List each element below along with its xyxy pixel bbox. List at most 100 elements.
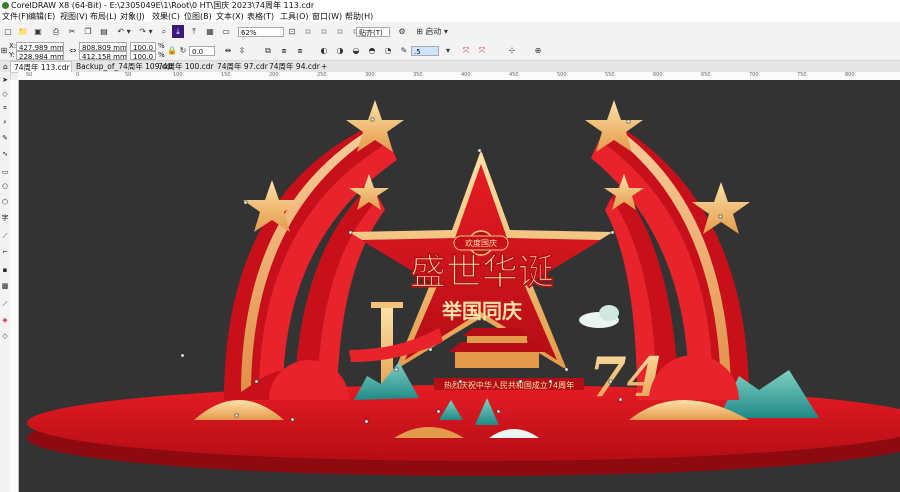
undo-icon[interactable]: ↶ ▾ (116, 25, 132, 38)
parallel-dim-icon[interactable]: ⟋ (1, 232, 9, 240)
zoom-level-select[interactable]: 62% (238, 27, 284, 37)
transparency-icon[interactable]: ▩ (1, 282, 9, 290)
ungroup-icon[interactable]: ⧉ (334, 25, 346, 38)
group-icon[interactable]: ⧉ (318, 25, 330, 38)
text-icon[interactable]: 字 (1, 214, 9, 222)
copy-icon[interactable]: ❐ (82, 25, 94, 38)
menu-help[interactable]: 帮助(H) (345, 11, 373, 22)
ungroup-objects-icon[interactable]: ⧈ (278, 44, 290, 57)
mirror-vertical-icon[interactable]: ⇳ (236, 44, 248, 57)
ruler-tick: 350 (413, 72, 423, 78)
edit-points-icon[interactable]: ⊹ (506, 44, 518, 57)
quick-trace-icon[interactable]: ⤧ (476, 44, 488, 57)
ruler-tick: 500 (557, 72, 567, 78)
ruler-tick: 450 (509, 72, 519, 78)
main-title: 盛世华诞 (410, 251, 554, 293)
tab-backup-109[interactable]: Backup_of_74周年 109.cdr (73, 61, 174, 72)
fill-icon[interactable]: ◈ (1, 316, 9, 324)
save-icon[interactable]: ▣ (32, 25, 44, 38)
menu-tools[interactable]: 工具(O) (280, 11, 309, 22)
group-objects-icon[interactable]: ⧉ (262, 44, 274, 57)
eyedropper-icon[interactable]: ⟋ (1, 300, 9, 308)
add-icon[interactable]: ⊕ (532, 44, 544, 57)
vertical-ruler[interactable] (10, 80, 19, 492)
mirror-horizontal-icon[interactable]: ⇹ (222, 44, 234, 57)
menu-bitmap[interactable]: 位图(B) (184, 11, 212, 22)
cut-icon[interactable]: ✂ (66, 25, 78, 38)
open-folder-icon[interactable]: 📁 (17, 25, 29, 38)
drawing-canvas[interactable]: 欢度国庆 盛世华诞 举国同庆 74 热烈庆祝中华人民共和国成立74周年 (19, 80, 900, 492)
freehand-icon[interactable]: ✎ (1, 134, 9, 142)
ungroup-all-icon[interactable]: ⧈ (294, 44, 306, 57)
scale-x-input[interactable]: 100.0 (130, 42, 156, 51)
ruler-tick: 50 (26, 72, 33, 78)
connector-icon[interactable]: ⌐ (1, 248, 9, 256)
x-position-input[interactable]: 427.989 mm (16, 42, 64, 51)
export-icon[interactable]: ⤒ (188, 25, 200, 38)
tab-74-94[interactable]: 74周年 94.cdr (266, 61, 320, 72)
options-gear-icon[interactable]: ⚙ (396, 25, 408, 38)
align-icon[interactable]: ⧉ (302, 25, 314, 38)
launch-dropdown[interactable]: ⊞ 启动 ▾ (412, 25, 452, 38)
node-icon[interactable]: ◇ (1, 90, 9, 98)
title-bar: CorelDRAW X8 (64-Bit) - E:\2305049E\1\Ro… (0, 0, 900, 11)
publish-pdf-icon[interactable]: ▦ (204, 25, 216, 38)
import-icon[interactable]: ⤓ (172, 25, 184, 38)
paste-icon[interactable]: ▤ (98, 25, 110, 38)
ruler-tick: 400 (461, 72, 471, 78)
curve-icon[interactable]: ∿ (1, 150, 9, 158)
outline-icon[interactable]: ◇ (1, 332, 9, 340)
badge-text: 欢度国庆 (465, 238, 497, 248)
new-tab-plus-icon[interactable]: + (318, 61, 330, 72)
menu-view[interactable]: 视图(V) (60, 11, 88, 22)
menu-text[interactable]: 文本(X) (216, 11, 244, 22)
tab-74-100[interactable]: 74周年 100.cdr (155, 61, 214, 72)
ruler-tick: 650 (701, 72, 711, 78)
snap-to-dropdown[interactable]: 贴齐(T) (356, 27, 390, 37)
polygon-icon[interactable]: ⬡ (1, 198, 9, 206)
search-content-icon[interactable]: ⌕ (158, 25, 170, 38)
redo-icon[interactable]: ↷ ▾ (138, 25, 154, 38)
y-position-input[interactable]: 228.984 mm (16, 51, 64, 60)
artwork[interactable]: 欢度国庆 盛世华诞 举国同庆 74 热烈庆祝中华人民共和国成立74周年 (19, 80, 900, 492)
menu-edit[interactable]: 编辑(E) (28, 11, 55, 22)
intersect-icon[interactable]: ◒ (350, 44, 362, 57)
shadow-icon[interactable]: ▪ (1, 266, 9, 274)
zoom-fit-icon[interactable]: ⊡ (286, 25, 298, 38)
height-input[interactable]: 412.158 mm (79, 51, 127, 60)
fullscreen-icon[interactable]: ▭ (220, 25, 232, 38)
menu-object[interactable]: 对象(J) (120, 11, 145, 22)
convert-to-curves-icon[interactable]: ⤧ (460, 44, 472, 57)
banner-text: 热烈庆祝中华人民共和国成立74周年 (444, 380, 574, 390)
width-input[interactable]: 808.809 mm (79, 42, 127, 51)
simplify-icon[interactable]: ◓ (366, 44, 378, 57)
pointer-icon[interactable]: ➤ (1, 76, 9, 84)
sub-title: 举国同庆 (441, 299, 522, 323)
home-tab-icon[interactable]: ⌂ (0, 61, 10, 72)
ruler-tick: 600 (653, 72, 663, 78)
ellipse-icon[interactable]: ○ (1, 182, 9, 190)
menu-file[interactable]: 文件(F) (2, 11, 29, 22)
zoom-icon[interactable]: ⌕ (1, 118, 9, 126)
menu-effects[interactable]: 效果(C) (152, 11, 180, 22)
tab-74-113[interactable]: 74周年 113.cdr (10, 61, 72, 72)
outline-dropdown-icon[interactable]: ▾ (442, 44, 454, 57)
window-title: CorelDRAW X8 (64-Bit) - E:\2305049E\1\Ro… (11, 1, 315, 10)
tab-74-97[interactable]: 74周年 97.cdr (214, 61, 268, 72)
front-minus-back-icon[interactable]: ◔ (382, 44, 394, 57)
print-icon[interactable]: ⎙ (50, 25, 62, 38)
menu-layout[interactable]: 布局(L) (90, 11, 117, 22)
new-file-icon[interactable]: ▢ (2, 25, 14, 38)
scale-y-pct: % (158, 51, 165, 59)
rotation-input[interactable]: 0.0 (189, 46, 215, 56)
scale-y-input[interactable]: 100.0 (130, 51, 156, 60)
weld-icon[interactable]: ◐ (318, 44, 330, 57)
menu-window[interactable]: 窗口(W) (312, 11, 342, 22)
lock-ratio-icon[interactable]: 🔒 (166, 44, 178, 57)
trim-icon[interactable]: ◑ (334, 44, 346, 57)
rectangle-icon[interactable]: ▭ (1, 168, 9, 176)
crop-icon[interactable]: ⌗ (1, 104, 9, 112)
menu-table[interactable]: 表格(T) (247, 11, 274, 22)
outline-width-select[interactable]: .5 (411, 46, 439, 56)
launch-icon: ⊞ (416, 27, 423, 36)
